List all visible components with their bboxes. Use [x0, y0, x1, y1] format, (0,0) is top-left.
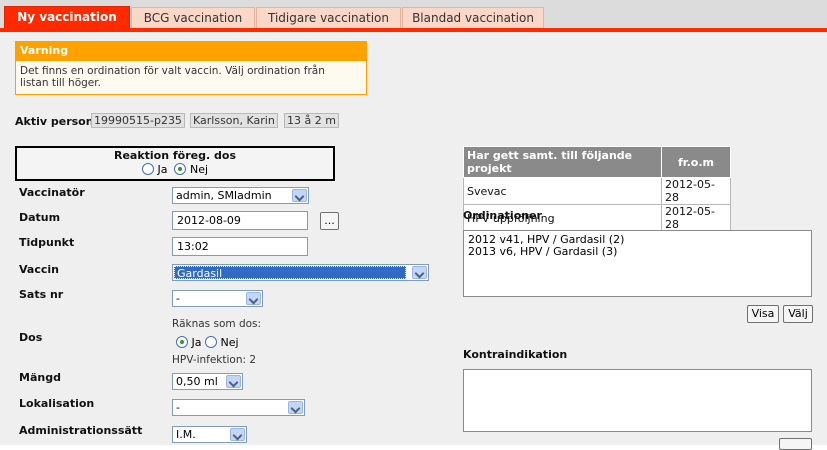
time-label: Tidpunkt: [19, 236, 75, 249]
amount-label: Mängd: [19, 371, 61, 384]
dose-yes-radio[interactable]: [176, 336, 188, 348]
time-input[interactable]: 13:02: [172, 237, 308, 256]
reaction-label: Reaktion föreg. dos: [113, 149, 236, 162]
reaction-no-radio[interactable]: [174, 163, 187, 175]
dose-label: Dos: [19, 331, 43, 344]
hpv-infection-label: HPV-infektion: 2: [172, 354, 257, 366]
date-label: Datum: [19, 211, 61, 224]
projects-header-row: Har gett samt. till följande projekt fr.…: [463, 146, 731, 178]
amount-value: 0,50 ml: [176, 375, 218, 388]
vaccine-label: Vaccin: [19, 263, 59, 276]
administration-select[interactable]: I.M.: [172, 426, 247, 443]
amount-select[interactable]: 0,50 ml: [172, 373, 243, 390]
table-row: Svevac 2012-05-28: [463, 177, 731, 205]
tab-ny-vaccination[interactable]: Ny vaccination: [4, 6, 130, 30]
chevron-down-icon: [246, 292, 261, 305]
administration-value: I.M.: [176, 428, 196, 441]
reaction-box: Reaktion föreg. dos Ja Nej: [15, 146, 335, 181]
batch-value: -: [176, 292, 180, 305]
warning-line-2: listan till höger.: [20, 77, 101, 89]
chevron-down-icon: [226, 375, 241, 388]
counts-as-dose-label: Räknas som dos:: [172, 318, 262, 330]
chevron-down-icon: [230, 428, 245, 441]
localization-label: Lokalisation: [19, 397, 95, 410]
vaccine-select[interactable]: Gardasil: [172, 264, 429, 281]
project-from: 2012-05-28: [661, 177, 731, 205]
contraindication-label: Kontraindikation: [463, 348, 568, 361]
warning-title: Varning: [16, 42, 366, 61]
contraindication-textarea[interactable]: [463, 369, 812, 432]
dose-no-radio[interactable]: [205, 336, 217, 348]
localization-select[interactable]: -: [172, 399, 305, 416]
date-input[interactable]: 2012-08-09: [172, 211, 308, 230]
active-person-label: Aktiv person: [15, 115, 94, 128]
date-picker-button[interactable]: ...: [320, 212, 339, 230]
batch-select[interactable]: -: [172, 290, 263, 307]
ordinations-label: Ordinationer: [463, 209, 542, 222]
dose-no-label: Nej: [220, 336, 239, 349]
tab-bcg-vaccination[interactable]: BCG vaccination: [131, 7, 255, 29]
show-button[interactable]: Visa: [747, 305, 779, 323]
projects-header-from: fr.o.m: [661, 146, 731, 178]
chevron-down-icon: [412, 266, 427, 279]
reaction-no-label: Nej: [189, 163, 209, 176]
tab-blandad-vaccination[interactable]: Blandad vaccination: [402, 7, 544, 29]
dose-radio-group: Ja Nej: [176, 336, 239, 349]
reaction-yes-label: Ja: [157, 163, 168, 176]
tab-tidigare-vaccination[interactable]: Tidigare vaccination: [256, 7, 401, 29]
vaccine-value: Gardasil: [174, 266, 406, 280]
vaccinator-label: Vaccinatör: [19, 186, 85, 199]
dose-yes-label: Ja: [191, 336, 202, 349]
localization-value: -: [176, 401, 180, 414]
warning-line-1: Det finns en ordination för valt vaccin.…: [20, 65, 325, 77]
warning-message: Det finns en ordination för valt vaccin.…: [16, 61, 366, 89]
batch-label: Sats nr: [19, 288, 64, 301]
vaccinator-value: admin, SMIadmin: [176, 189, 272, 202]
person-id: 19990515-p235: [91, 113, 185, 128]
project-name: Svevac: [463, 177, 662, 205]
ordinations-list[interactable]: 2012 v41, HPV / Gardasil (2) 2013 v6, HP…: [463, 230, 812, 297]
project-from: 2012-05-28: [661, 204, 731, 232]
contraindication-button[interactable]: [779, 438, 812, 450]
chevron-down-icon: [288, 401, 303, 414]
person-name: Karlsson, Karin: [190, 113, 278, 128]
projects-header-project: Har gett samt. till följande projekt: [463, 146, 662, 178]
administration-label: Administrationssätt: [19, 424, 143, 437]
chevron-down-icon: [292, 189, 307, 202]
warning-box: Varning Det finns en ordination för valt…: [15, 41, 367, 95]
list-item[interactable]: 2013 v6, HPV / Gardasil (3): [468, 246, 807, 258]
person-age: 13 å 2 m: [284, 113, 339, 128]
choose-button[interactable]: Välj: [783, 305, 813, 323]
vaccinator-select[interactable]: admin, SMIadmin: [172, 187, 309, 204]
reaction-yes-radio[interactable]: [141, 163, 154, 175]
